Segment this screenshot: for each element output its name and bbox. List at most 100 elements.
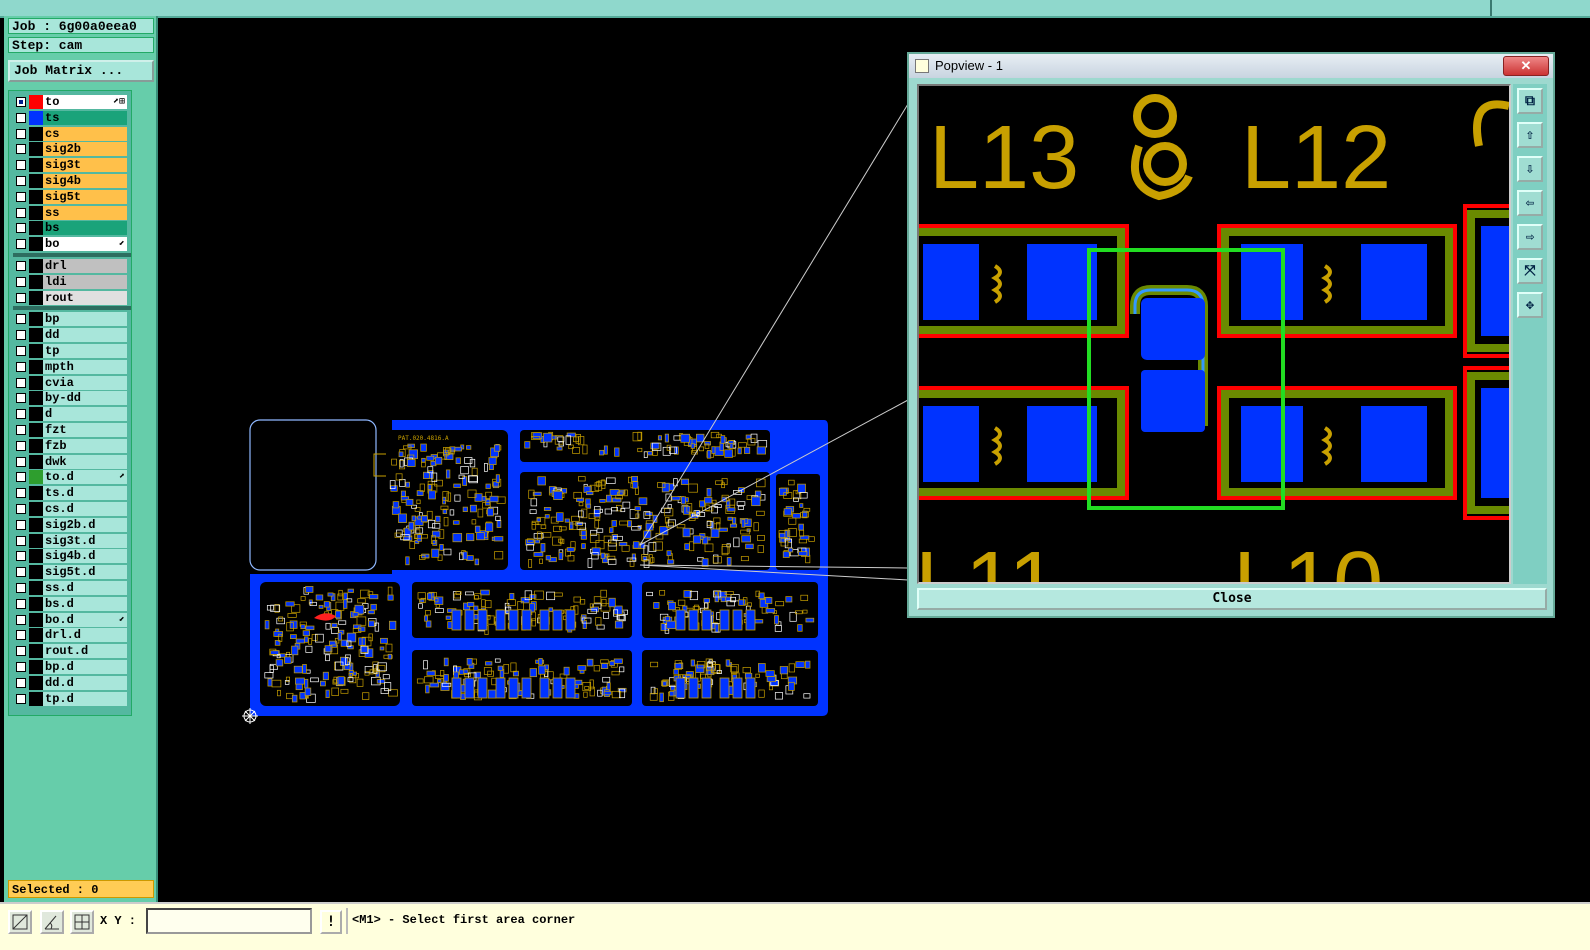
layer-color-swatch[interactable] — [29, 533, 43, 548]
layer-name[interactable]: tp.d — [43, 691, 127, 706]
layer-row-bs[interactable]: bs — [13, 221, 131, 236]
layer-row-bo[interactable]: bo ⬋ — [13, 237, 131, 252]
layer-name[interactable]: drl — [43, 259, 127, 273]
layer-checkbox[interactable] — [16, 128, 26, 139]
layer-color-swatch[interactable] — [29, 359, 43, 374]
layer-checkbox[interactable] — [16, 693, 26, 704]
layer-name[interactable]: by-dd — [43, 391, 127, 406]
popview-close-button[interactable]: Close — [917, 588, 1547, 610]
layer-color-swatch[interactable] — [29, 126, 43, 141]
layer-row-to[interactable]: to ⬈⊞ — [13, 95, 131, 109]
layer-checkbox[interactable] — [16, 614, 26, 625]
layer-name[interactable]: fzb — [43, 438, 127, 453]
layer-checkbox[interactable] — [16, 535, 26, 546]
layer-checkbox[interactable] — [16, 488, 26, 499]
layer-row-sig5t[interactable]: sig5t — [13, 189, 131, 204]
layer-color-swatch[interactable] — [29, 454, 43, 469]
layer-checkbox[interactable] — [16, 662, 26, 672]
layer-row-d[interactable]: d — [13, 407, 131, 422]
layer-checkbox[interactable] — [16, 292, 26, 303]
layer-row-ss[interactable]: ss — [13, 205, 131, 220]
measure-icon[interactable] — [40, 910, 64, 934]
layer-row-bs-d[interactable]: bs.d — [13, 596, 131, 611]
layer-color-swatch[interactable] — [29, 205, 43, 220]
layer-color-swatch[interactable] — [29, 290, 43, 305]
layer-name[interactable]: cs — [43, 126, 127, 141]
layer-name[interactable]: drl.d — [43, 628, 127, 643]
layer-name[interactable]: bo.d — [43, 612, 127, 627]
layer-name[interactable]: sig4b — [43, 174, 127, 188]
layer-name[interactable]: bp — [43, 312, 127, 327]
layer-name[interactable]: fzt — [43, 423, 127, 437]
layer-color-swatch[interactable] — [29, 581, 43, 595]
layer-color-swatch[interactable] — [29, 174, 43, 188]
layer-color-swatch[interactable] — [29, 660, 43, 674]
layer-row-fzt[interactable]: fzt — [13, 423, 131, 437]
layer-checkbox[interactable] — [16, 112, 26, 123]
layer-name[interactable]: dd.d — [43, 675, 127, 690]
job-matrix-button[interactable]: Job Matrix ... — [8, 60, 154, 82]
layer-row-dd[interactable]: dd — [13, 328, 131, 343]
layer-row-sig3t[interactable]: sig3t — [13, 158, 131, 173]
layer-name[interactable]: sig5t.d — [43, 565, 127, 580]
layer-checkbox[interactable] — [16, 207, 26, 218]
layer-row-sig4b[interactable]: sig4b — [13, 174, 131, 188]
layer-checkbox[interactable] — [16, 677, 26, 688]
layer-checkbox[interactable] — [16, 191, 26, 202]
layer-checkbox[interactable] — [16, 361, 26, 372]
layer-name[interactable]: rout.d — [43, 644, 127, 659]
layer-row-ldi[interactable]: ldi — [13, 274, 131, 289]
layer-name[interactable]: ts — [43, 110, 127, 125]
layer-name[interactable]: sig5t — [43, 189, 127, 204]
layer-row-sig5t-d[interactable]: sig5t.d — [13, 565, 131, 580]
layer-color-swatch[interactable] — [29, 312, 43, 327]
layer-row-sig4b-d[interactable]: sig4b.d — [13, 549, 131, 564]
layer-color-swatch[interactable] — [29, 158, 43, 173]
layer-row-sig2b[interactable]: sig2b — [13, 142, 131, 157]
zoom-window-icon[interactable]: ⧉ — [1517, 88, 1543, 114]
layer-name[interactable]: bs — [43, 221, 127, 236]
layer-checkbox[interactable] — [16, 646, 26, 657]
layer-name[interactable]: bp.d — [43, 660, 127, 674]
layer-row-rout-d[interactable]: rout.d — [13, 644, 131, 659]
layer-checkbox[interactable] — [16, 314, 26, 325]
pcb-board-view[interactable]: PAT.020.4816.A — [236, 404, 836, 726]
layer-row-cs-d[interactable]: cs.d — [13, 502, 131, 516]
layer-checkbox[interactable] — [16, 456, 26, 467]
layer-checkbox[interactable] — [16, 239, 26, 250]
pan-up-icon[interactable]: ⇧ — [1517, 122, 1543, 148]
zoom-home-icon[interactable]: ✥ — [1517, 292, 1543, 318]
layer-row-cvia[interactable]: cvia — [13, 375, 131, 390]
layer-name[interactable]: ts.d — [43, 486, 127, 501]
info-button[interactable]: ! — [320, 910, 342, 934]
layer-row-mpth[interactable]: mpth — [13, 359, 131, 374]
layer-row-tp-d[interactable]: tp.d — [13, 691, 131, 706]
layer-checkbox[interactable] — [16, 223, 26, 234]
layer-color-swatch[interactable] — [29, 95, 43, 109]
layer-color-swatch[interactable] — [29, 486, 43, 501]
layer-color-swatch[interactable] — [29, 237, 43, 252]
layer-color-swatch[interactable] — [29, 565, 43, 580]
layer-checkbox[interactable] — [16, 346, 26, 356]
layer-row-dd-d[interactable]: dd.d — [13, 675, 131, 690]
layer-checkbox[interactable] — [16, 567, 26, 578]
layer-color-swatch[interactable] — [29, 675, 43, 690]
layer-checkbox[interactable] — [16, 551, 26, 562]
layer-row-sig3t-d[interactable]: sig3t.d — [13, 533, 131, 548]
layer-name[interactable]: tp — [43, 344, 127, 358]
layer-name[interactable]: dd — [43, 328, 127, 343]
layer-checkbox[interactable] — [16, 97, 26, 107]
layer-color-swatch[interactable] — [29, 438, 43, 453]
pan-right-icon[interactable]: ⇨ — [1517, 224, 1543, 250]
layer-checkbox[interactable] — [16, 583, 26, 593]
layer-color-swatch[interactable] — [29, 470, 43, 485]
layer-color-swatch[interactable] — [29, 259, 43, 273]
layer-row-tp[interactable]: tp — [13, 344, 131, 358]
layer-checkbox[interactable] — [16, 144, 26, 155]
layer-color-swatch[interactable] — [29, 407, 43, 422]
layer-name[interactable]: cs.d — [43, 502, 127, 516]
layer-name[interactable]: dwk — [43, 454, 127, 469]
layer-checkbox[interactable] — [16, 330, 26, 341]
layer-row-drl[interactable]: drl — [13, 259, 131, 273]
layer-checkbox[interactable] — [16, 472, 26, 483]
